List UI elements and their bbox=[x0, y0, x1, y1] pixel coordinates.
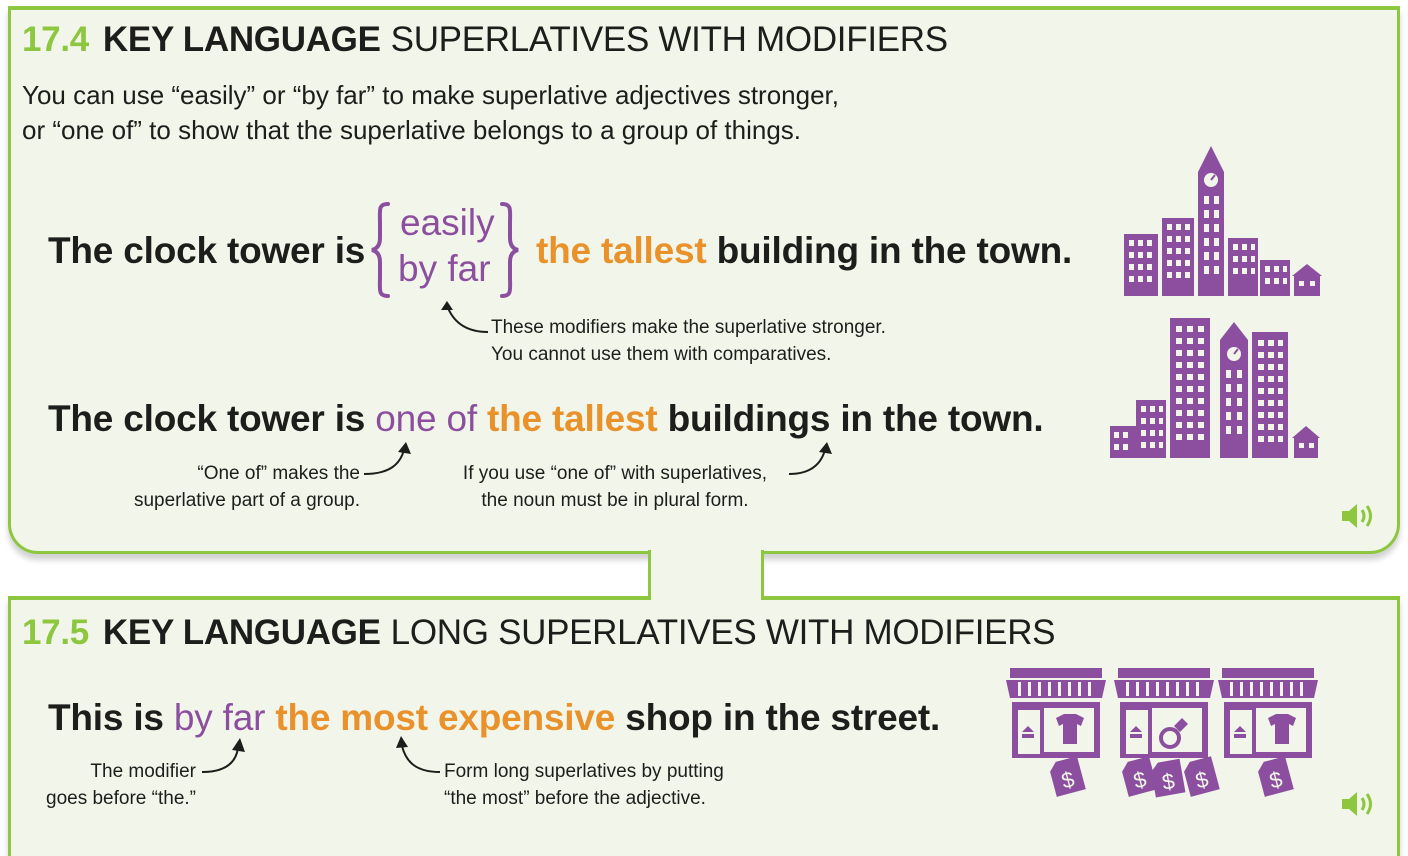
note-line: “the most” before the adjective. bbox=[444, 788, 706, 809]
arrow-icon bbox=[788, 442, 832, 475]
arrow-icon bbox=[396, 736, 441, 773]
arrow-icon bbox=[363, 442, 411, 475]
option-by-far: by far bbox=[398, 248, 491, 289]
jewelry-shop-icon bbox=[1114, 668, 1220, 798]
superlative-phrase: the most expensive bbox=[275, 697, 616, 738]
town-skyline-icon bbox=[1124, 146, 1322, 296]
section-heading: 17.4 KEY LANGUAGE SUPERLATIVES WITH MODIFI… bbox=[22, 20, 948, 60]
section-number: 17.4 bbox=[22, 20, 89, 59]
shops-illustration: $ bbox=[1006, 668, 1318, 798]
one-of-note: “One of” makes the superlative part of a… bbox=[110, 460, 360, 514]
example-sentence-start: The clock tower is bbox=[48, 230, 365, 272]
arrow-icon bbox=[201, 738, 245, 773]
intro-line: or “one of” to show that the superlative… bbox=[22, 115, 802, 145]
note-line: These modifiers make the superlative str… bbox=[491, 317, 886, 338]
example-sentence-end: the tallest building in the town. bbox=[536, 230, 1072, 272]
section-number: 17.5 bbox=[22, 613, 89, 652]
plural-note: If you use “one of” with superlatives, t… bbox=[440, 460, 790, 514]
key-language-label: KEY LANGUAGE bbox=[102, 613, 381, 652]
note-line: You cannot use them with comparatives. bbox=[491, 344, 832, 365]
intro-text: You can use “easily” or “by far” to make… bbox=[22, 78, 839, 148]
superlative-phrase: the tallest bbox=[536, 230, 707, 271]
connector-join-top bbox=[651, 548, 761, 556]
sentence-start: The clock tower is bbox=[48, 398, 366, 439]
sentence-end: shop in the street. bbox=[625, 697, 941, 738]
speaker-icon[interactable] bbox=[1340, 788, 1380, 820]
sentence-start: The clock tower is bbox=[48, 230, 366, 271]
option-easily: easily bbox=[400, 202, 495, 243]
speaker-icon[interactable] bbox=[1340, 500, 1380, 532]
note-line: The modifier bbox=[90, 761, 196, 782]
modifier-phrase: one of bbox=[375, 398, 477, 439]
section-heading: 17.5 KEY LANGUAGE LONG SUPERLATIVES WITH M… bbox=[22, 613, 1056, 653]
key-language-label: KEY LANGUAGE bbox=[102, 20, 381, 59]
note-line: If you use “one of” with superlatives, bbox=[462, 463, 768, 484]
sentence-start: This is bbox=[48, 697, 164, 738]
example-sentence: The clock tower is one of the tallest bu… bbox=[48, 398, 1044, 440]
note-line: the noun must be in plural form. bbox=[481, 490, 749, 511]
modifier-phrase: by far bbox=[173, 697, 266, 738]
modifier-note: These modifiers make the superlative str… bbox=[491, 314, 886, 368]
arrow-icon bbox=[441, 301, 489, 333]
note-line: Form long superlatives by putting bbox=[444, 761, 724, 782]
note-line: superlative part of a group. bbox=[133, 490, 360, 511]
example-sentence: This is by far the most expensive shop i… bbox=[48, 697, 940, 739]
modifier-options: easily by far bbox=[370, 198, 526, 302]
note-line: “One of” makes the bbox=[197, 463, 360, 484]
clothes-shop-icon bbox=[1218, 668, 1318, 797]
modifier-position-note: The modifier goes before “the.” bbox=[20, 758, 196, 812]
section-subtitle: LONG SUPERLATIVES WITH MODIFIERS bbox=[390, 613, 1056, 652]
superlative-phrase: the tallest bbox=[487, 398, 658, 439]
sentence-end: buildings in the town. bbox=[667, 398, 1044, 439]
section-subtitle: SUPERLATIVES WITH MODIFIERS bbox=[390, 20, 948, 59]
note-line: goes before “the.” bbox=[46, 788, 196, 809]
connector-join-bottom bbox=[651, 592, 761, 602]
intro-line: You can use “easily” or “by far” to make… bbox=[22, 80, 839, 110]
city-skyline-icon bbox=[1110, 318, 1320, 458]
most-note: Form long superlatives by putting “the m… bbox=[444, 758, 724, 812]
clothes-shop-icon bbox=[1006, 668, 1106, 797]
sentence-end: building in the town. bbox=[716, 230, 1073, 271]
